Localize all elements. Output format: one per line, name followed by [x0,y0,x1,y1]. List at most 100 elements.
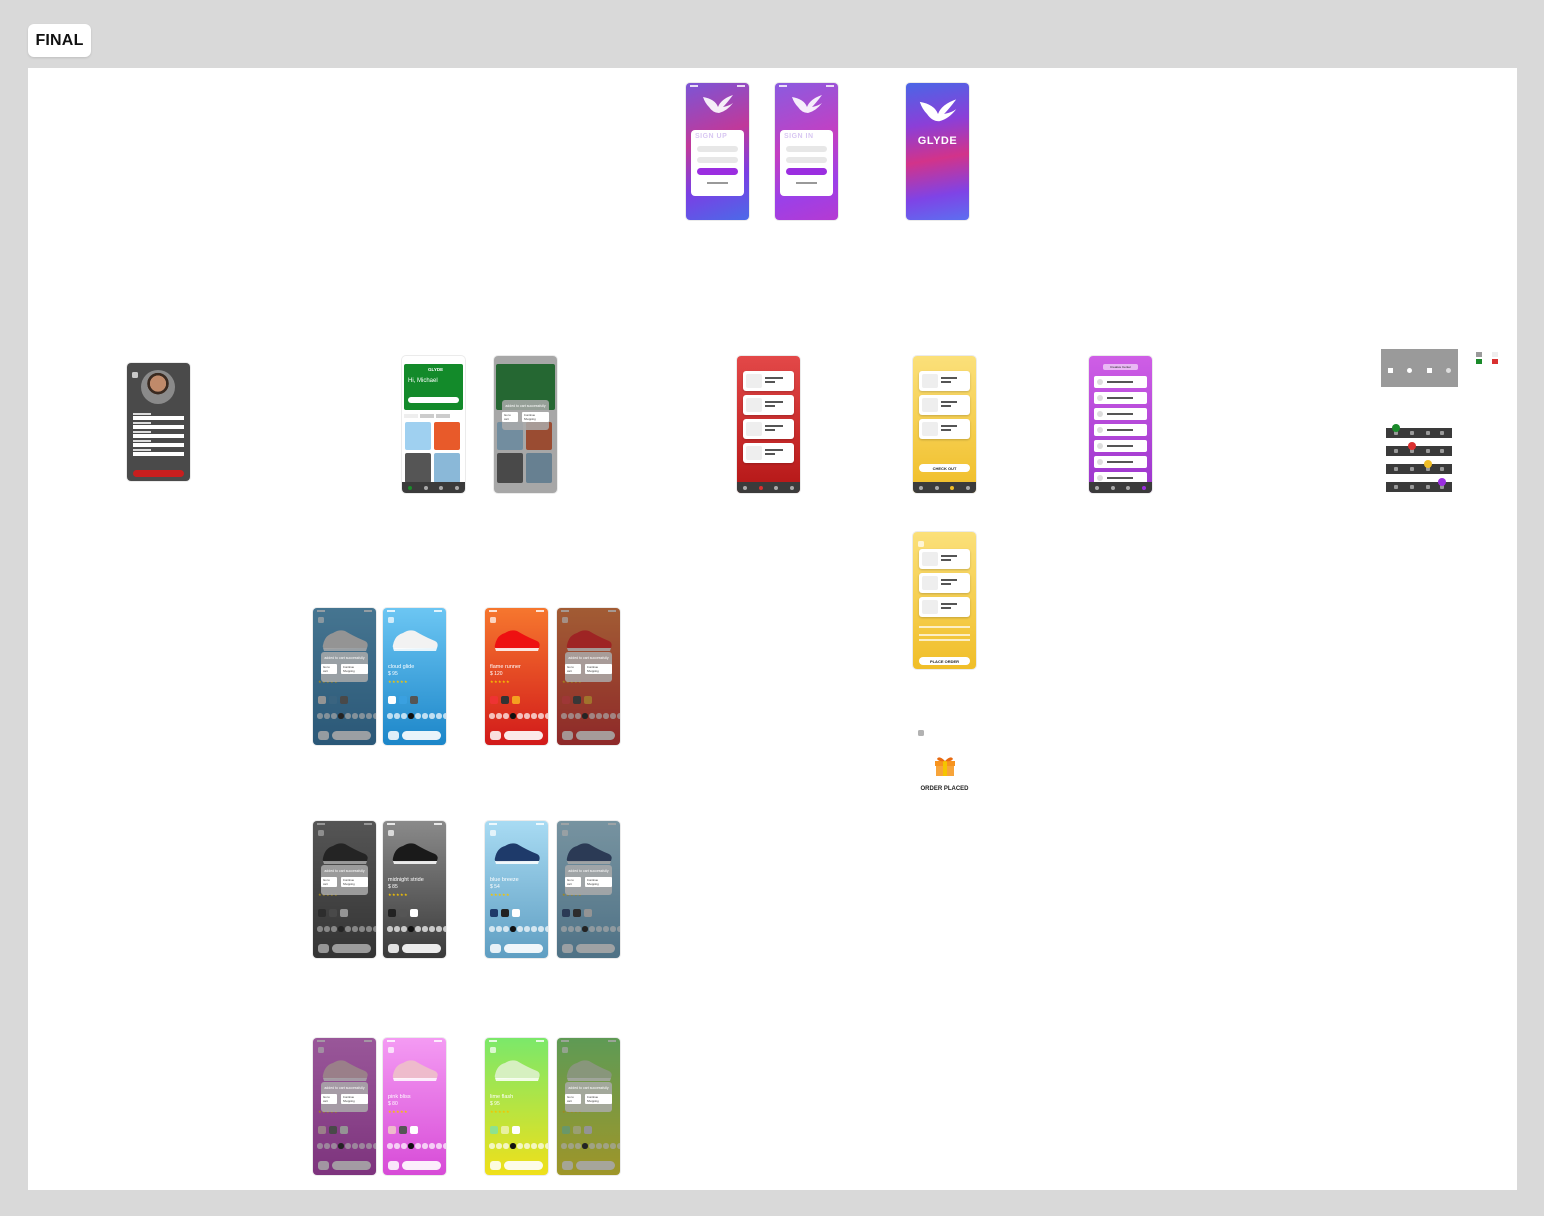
continue-shopping-button[interactable]: Continue Shopping [340,1093,368,1104]
size-option[interactable] [408,713,414,719]
color-swatch[interactable] [340,909,348,917]
favorite-item[interactable] [743,443,794,463]
favorite-button[interactable] [388,731,399,740]
cart-item[interactable] [919,395,970,415]
size-options[interactable] [561,926,620,932]
continue-shopping-button[interactable]: Continue Shopping [584,1093,612,1104]
size-option[interactable] [366,1143,372,1149]
size-option[interactable] [415,926,421,932]
size-option[interactable] [338,1143,344,1149]
size-option[interactable] [561,926,567,932]
size-option[interactable] [317,1143,323,1149]
bottom-nav[interactable] [913,482,976,493]
size-option[interactable] [517,1143,523,1149]
cart-item[interactable] [919,371,970,391]
color-swatch[interactable] [318,1126,326,1134]
add-to-cart-button[interactable] [504,1161,543,1170]
back-icon[interactable] [318,617,324,623]
favorite-button[interactable] [490,944,501,953]
color-options[interactable] [318,909,348,917]
size-option[interactable] [496,1143,502,1149]
settings-row[interactable] [1094,424,1147,436]
size-option[interactable] [524,1143,530,1149]
heart-icon[interactable] [1110,485,1115,490]
size-option[interactable] [531,1143,537,1149]
favorite-button[interactable] [562,731,573,740]
size-option[interactable] [489,926,495,932]
favorite-item[interactable] [743,419,794,439]
size-option[interactable] [331,1143,337,1149]
logout-button[interactable] [133,470,184,477]
go-to-cart-button[interactable]: Go to cart [565,1093,581,1104]
add-to-cart-button[interactable] [402,944,441,953]
size-option[interactable] [324,1143,330,1149]
color-options[interactable] [490,909,520,917]
size-option[interactable] [317,713,323,719]
gear-icon[interactable] [455,485,460,490]
size-option[interactable] [561,1143,567,1149]
home-icon[interactable] [918,485,923,490]
home-icon[interactable] [742,485,747,490]
size-options[interactable] [387,926,446,932]
size-options[interactable] [489,1143,548,1149]
bottom-nav[interactable] [402,482,465,493]
favorite-item[interactable] [743,371,794,391]
continue-shopping-button[interactable]: Continue Shopping [340,876,368,887]
color-options[interactable] [490,1126,520,1134]
size-option[interactable] [496,713,502,719]
settings-row[interactable] [1094,440,1147,452]
favorite-button[interactable] [490,731,501,740]
cart-item[interactable] [919,419,970,439]
favorite-button[interactable] [562,1161,573,1170]
size-option[interactable] [517,713,523,719]
color-swatch[interactable] [329,1126,337,1134]
color-swatch[interactable] [318,696,326,704]
size-option[interactable] [568,926,574,932]
add-to-cart-button[interactable] [576,944,615,953]
go-to-cart-button[interactable]: Go to cart [321,1093,337,1104]
size-option[interactable] [538,1143,544,1149]
favorite-button[interactable] [318,731,329,740]
create-account-button[interactable] [697,168,738,175]
cart-icon[interactable] [950,485,955,490]
color-options[interactable] [490,696,520,704]
color-swatch[interactable] [562,1126,570,1134]
home-screen[interactable]: GLYDE Hi, Michael [402,356,465,493]
color-swatch[interactable] [318,909,326,917]
first-name-field[interactable] [133,416,184,420]
login-button[interactable] [786,168,827,175]
size-options[interactable] [387,713,446,719]
size-option[interactable] [436,1143,442,1149]
size-option[interactable] [617,713,620,719]
add-to-cart-button[interactable] [332,944,371,953]
add-to-cart-button[interactable] [402,731,441,740]
size-option[interactable] [603,1143,609,1149]
color-swatch[interactable] [399,1126,407,1134]
product-tile[interactable] [405,422,431,450]
search-input[interactable] [408,397,459,403]
cart-icon[interactable] [774,485,779,490]
checkout-button[interactable]: CHECK OUT [919,464,970,472]
add-to-cart-button[interactable] [332,731,371,740]
size-option[interactable] [510,926,516,932]
heart-icon[interactable] [423,485,428,490]
size-option[interactable] [387,926,393,932]
favorites-screen[interactable] [737,356,800,493]
color-swatch[interactable] [340,696,348,704]
color-swatch[interactable] [573,909,581,917]
last-name-field[interactable] [133,425,184,429]
category-chip[interactable] [404,414,418,418]
add-to-cart-button[interactable] [332,1161,371,1170]
color-options[interactable] [562,1126,592,1134]
size-option[interactable] [415,1143,421,1149]
size-option[interactable] [489,1143,495,1149]
size-option[interactable] [394,1143,400,1149]
cart-screen[interactable]: CHECK OUT [913,356,976,493]
size-option[interactable] [359,713,365,719]
size-option[interactable] [617,926,620,932]
size-option[interactable] [345,926,351,932]
color-swatch[interactable] [501,696,509,704]
profile-screen[interactable] [127,363,190,481]
color-swatch[interactable] [501,909,509,917]
add-to-cart-button[interactable] [576,1161,615,1170]
